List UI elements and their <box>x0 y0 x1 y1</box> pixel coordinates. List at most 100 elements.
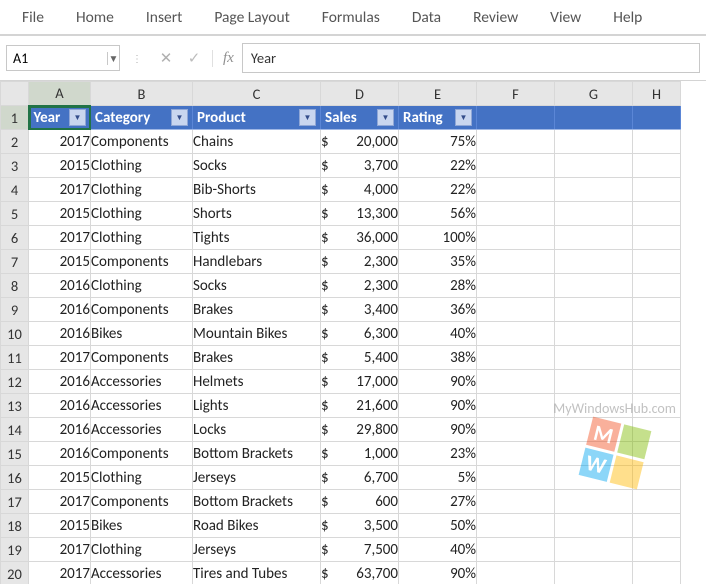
row-header-6[interactable]: 6 <box>1 226 29 250</box>
ribbon-tab-review[interactable]: Review <box>457 2 534 33</box>
ribbon-tab-page-layout[interactable]: Page Layout <box>198 2 305 33</box>
ribbon-tab-formulas[interactable]: Formulas <box>306 2 396 33</box>
column-header-E[interactable]: E <box>399 82 477 106</box>
row-header-10[interactable]: 10 <box>1 322 29 346</box>
empty-cell[interactable] <box>555 562 633 584</box>
cell-sales[interactable]: $63,700 <box>321 562 399 584</box>
cell-sales[interactable]: $3,700 <box>321 154 399 178</box>
empty-cell[interactable] <box>633 370 681 394</box>
empty-cell[interactable] <box>555 178 633 202</box>
empty-cell[interactable] <box>477 442 555 466</box>
table-header-category[interactable]: Category▼ <box>91 106 193 130</box>
cell-year[interactable]: 2015 <box>29 250 91 274</box>
row-header-2[interactable]: 2 <box>1 130 29 154</box>
empty-cell[interactable] <box>555 298 633 322</box>
filter-dropdown-icon[interactable]: ▼ <box>171 109 188 126</box>
cell-category[interactable]: Clothing <box>91 154 193 178</box>
cell-sales[interactable]: $36,000 <box>321 226 399 250</box>
cell-category[interactable]: Clothing <box>91 202 193 226</box>
row-header-1[interactable]: 1 <box>1 106 29 130</box>
row-header-4[interactable]: 4 <box>1 178 29 202</box>
empty-cell[interactable] <box>555 322 633 346</box>
cell-category[interactable]: Accessories <box>91 418 193 442</box>
empty-cell[interactable] <box>555 370 633 394</box>
cell-year[interactable]: 2017 <box>29 130 91 154</box>
cell-category[interactable]: Clothing <box>91 538 193 562</box>
empty-cell[interactable] <box>555 250 633 274</box>
cell-rating[interactable]: 75% <box>399 130 477 154</box>
empty-cell[interactable] <box>555 130 633 154</box>
cell-year[interactable]: 2017 <box>29 346 91 370</box>
cell-category[interactable]: Components <box>91 130 193 154</box>
filter-dropdown-icon[interactable]: ▼ <box>299 109 316 126</box>
sheet-area[interactable]: ABCDEFGH 1Year▼Category▼Product▼Sales▼Ra… <box>0 81 706 584</box>
cell-rating[interactable]: 40% <box>399 322 477 346</box>
empty-cell[interactable] <box>633 490 681 514</box>
empty-cell[interactable] <box>477 490 555 514</box>
cell-rating[interactable]: 28% <box>399 274 477 298</box>
empty-cell[interactable] <box>555 226 633 250</box>
row-header-14[interactable]: 14 <box>1 418 29 442</box>
row-header-18[interactable]: 18 <box>1 514 29 538</box>
ribbon-tab-file[interactable]: File <box>6 2 60 33</box>
empty-cell[interactable] <box>477 466 555 490</box>
cell-rating[interactable]: 5% <box>399 466 477 490</box>
filter-dropdown-icon[interactable]: ▼ <box>69 109 86 126</box>
cell-rating[interactable]: 22% <box>399 154 477 178</box>
empty-cell[interactable] <box>477 562 555 584</box>
cell-year[interactable]: 2017 <box>29 538 91 562</box>
empty-cell[interactable] <box>555 202 633 226</box>
enter-icon[interactable]: ✓ <box>184 49 204 68</box>
cell-year[interactable]: 2016 <box>29 370 91 394</box>
cell-product[interactable]: Bib-Shorts <box>193 178 321 202</box>
cell-product[interactable]: Jerseys <box>193 538 321 562</box>
cell-sales[interactable]: $13,300 <box>321 202 399 226</box>
cell-sales[interactable]: $4,000 <box>321 178 399 202</box>
empty-cell[interactable] <box>555 538 633 562</box>
empty-cell[interactable] <box>633 418 681 442</box>
cell-product[interactable]: Helmets <box>193 370 321 394</box>
cell-product[interactable]: Lights <box>193 394 321 418</box>
empty-cell[interactable] <box>555 346 633 370</box>
cell-rating[interactable]: 56% <box>399 202 477 226</box>
empty-cell[interactable] <box>477 514 555 538</box>
cell-year[interactable]: 2017 <box>29 490 91 514</box>
empty-cell[interactable] <box>633 538 681 562</box>
cell-product[interactable]: Bottom Brackets <box>193 490 321 514</box>
cell-sales[interactable]: $5,400 <box>321 346 399 370</box>
empty-cell[interactable] <box>477 370 555 394</box>
empty-cell[interactable] <box>633 466 681 490</box>
empty-cell[interactable] <box>633 298 681 322</box>
empty-cell[interactable] <box>555 466 633 490</box>
cell-year[interactable]: 2016 <box>29 442 91 466</box>
empty-cell[interactable] <box>477 202 555 226</box>
cell-sales[interactable]: $600 <box>321 490 399 514</box>
ribbon-tab-view[interactable]: View <box>534 2 597 33</box>
table-header-product[interactable]: Product▼ <box>193 106 321 130</box>
cell-product[interactable]: Road Bikes <box>193 514 321 538</box>
table-header-rating[interactable]: Rating▼ <box>399 106 477 130</box>
empty-cell[interactable] <box>555 154 633 178</box>
cell-product[interactable]: Socks <box>193 274 321 298</box>
empty-cell[interactable] <box>555 442 633 466</box>
cell-rating[interactable]: 23% <box>399 442 477 466</box>
cell-product[interactable]: Handlebars <box>193 250 321 274</box>
empty-cell[interactable] <box>477 250 555 274</box>
filter-dropdown-icon[interactable]: ▼ <box>455 109 472 126</box>
empty-cell[interactable] <box>633 514 681 538</box>
empty-cell[interactable] <box>477 130 555 154</box>
row-header-3[interactable]: 3 <box>1 154 29 178</box>
cell-category[interactable]: Clothing <box>91 226 193 250</box>
empty-cell[interactable] <box>633 178 681 202</box>
cell-sales[interactable]: $29,800 <box>321 418 399 442</box>
row-header-11[interactable]: 11 <box>1 346 29 370</box>
row-header-13[interactable]: 13 <box>1 394 29 418</box>
cell-sales[interactable]: $20,000 <box>321 130 399 154</box>
row-header-7[interactable]: 7 <box>1 250 29 274</box>
cell-product[interactable]: Brakes <box>193 346 321 370</box>
empty-cell[interactable] <box>477 418 555 442</box>
cell-category[interactable]: Components <box>91 250 193 274</box>
cell-product[interactable]: Tights <box>193 226 321 250</box>
column-header-B[interactable]: B <box>91 82 193 106</box>
row-header-20[interactable]: 20 <box>1 562 29 584</box>
